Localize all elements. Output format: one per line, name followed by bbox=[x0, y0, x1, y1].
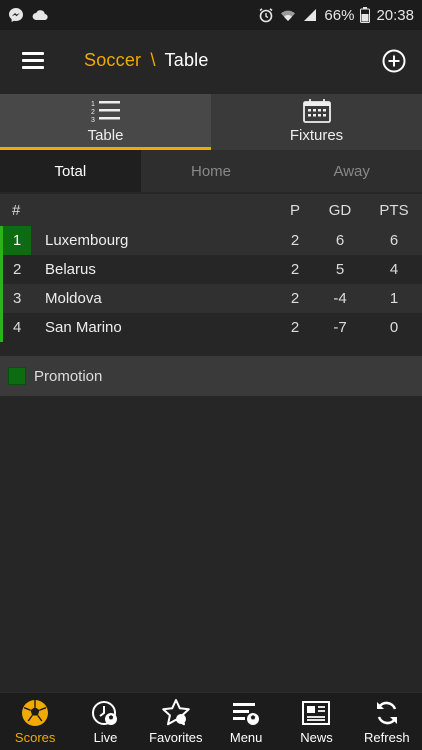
page-title: Soccer \ Table bbox=[84, 50, 209, 71]
bottom-navigation: Scores Live Favorites Menu News Refresh bbox=[0, 692, 422, 750]
status-bar: 66% 20:38 bbox=[0, 0, 422, 30]
legend-promotion: Promotion bbox=[0, 356, 422, 396]
clock-time: 20:38 bbox=[376, 6, 414, 24]
nav-live-label: Live bbox=[93, 730, 118, 745]
points-cell: 0 bbox=[389, 319, 399, 336]
tab-home[interactable]: Home bbox=[141, 150, 282, 192]
tab-table-label: Table bbox=[87, 127, 124, 144]
nav-favorites-label: Favorites bbox=[149, 730, 203, 745]
nav-scores-label: Scores bbox=[14, 730, 56, 745]
signal-icon bbox=[304, 9, 317, 21]
battery-percent: 66% bbox=[324, 6, 355, 24]
hamburger-menu-icon[interactable] bbox=[22, 52, 44, 70]
add-circle-icon[interactable] bbox=[382, 49, 406, 73]
team-name: San Marino bbox=[45, 319, 122, 336]
header-rank: # bbox=[12, 201, 21, 219]
svg-text:3: 3 bbox=[91, 117, 95, 123]
refresh-icon bbox=[376, 701, 397, 725]
title-separator: \ bbox=[150, 50, 156, 70]
points-cell: 1 bbox=[389, 290, 399, 307]
played-cell: 2 bbox=[290, 232, 300, 249]
team-name: Belarus bbox=[45, 261, 96, 278]
alarm-icon bbox=[259, 8, 273, 23]
goal-difference-cell: -4 bbox=[333, 290, 347, 307]
played-cell: 2 bbox=[290, 319, 300, 336]
title-sport: Soccer bbox=[84, 50, 142, 70]
tab-fixtures[interactable]: Fixtures bbox=[211, 94, 422, 150]
table-row[interactable]: 3 Moldova 2 -4 1 bbox=[0, 284, 422, 313]
soccer-ball-icon bbox=[22, 700, 49, 726]
svg-text:1: 1 bbox=[91, 101, 95, 108]
star-icon bbox=[162, 699, 190, 726]
list-numbered-icon: 1 2 3 bbox=[91, 101, 120, 123]
tab-total[interactable]: Total bbox=[0, 150, 141, 192]
nav-favorites[interactable]: Favorites bbox=[141, 693, 211, 750]
table-row[interactable]: 4 San Marino 2 -7 0 bbox=[0, 313, 422, 342]
nav-news-label: News bbox=[300, 730, 333, 745]
nav-refresh[interactable]: Refresh bbox=[352, 693, 422, 750]
team-name: Moldova bbox=[45, 290, 102, 307]
tab-fixtures-label: Fixtures bbox=[289, 127, 344, 144]
nav-refresh-label: Refresh bbox=[364, 730, 410, 745]
promotion-swatch bbox=[8, 367, 26, 385]
rank-cell: 4 bbox=[13, 319, 22, 336]
table-row[interactable]: 1 Luxembourg 2 6 6 bbox=[0, 226, 422, 255]
svg-text:2: 2 bbox=[91, 109, 95, 116]
rank-cell: 2 bbox=[13, 261, 22, 278]
header-goal-difference: GD bbox=[328, 201, 352, 219]
menu-ball-icon bbox=[233, 703, 260, 725]
nav-news[interactable]: News bbox=[281, 693, 351, 750]
cloud-icon bbox=[32, 10, 48, 21]
points-cell: 4 bbox=[389, 261, 399, 278]
calendar-icon bbox=[302, 99, 331, 123]
played-cell: 2 bbox=[290, 261, 300, 278]
tab-table[interactable]: 1 2 3 Table bbox=[0, 94, 211, 150]
messenger-icon bbox=[9, 8, 23, 22]
table-row[interactable]: 2 Belarus 2 5 4 bbox=[0, 255, 422, 284]
tab-away[interactable]: Away bbox=[281, 150, 422, 192]
title-section: Table bbox=[164, 50, 209, 70]
rank-cell: 3 bbox=[13, 290, 22, 307]
legend-label: Promotion bbox=[34, 367, 103, 385]
goal-difference-cell: 6 bbox=[335, 232, 345, 249]
standings-table: # P GD PTS 1 Luxembourg 2 6 6 2 Belarus … bbox=[0, 194, 422, 342]
header-points: PTS bbox=[379, 201, 409, 219]
header-played: P bbox=[289, 201, 300, 219]
newspaper-icon bbox=[302, 701, 331, 725]
filter-tabs: Total Home Away bbox=[0, 150, 422, 192]
nav-live[interactable]: Live bbox=[70, 693, 140, 750]
nav-menu-label: Menu bbox=[229, 730, 263, 745]
team-name: Luxembourg bbox=[45, 232, 129, 249]
goal-difference-cell: -7 bbox=[333, 319, 347, 336]
wifi-icon bbox=[281, 10, 296, 21]
app-bar: Soccer \ Table bbox=[0, 30, 422, 94]
top-tabs: 1 2 3 Table Fixtures bbox=[0, 94, 422, 150]
rank-cell: 1 bbox=[3, 226, 31, 255]
nav-menu[interactable]: Menu bbox=[211, 693, 281, 750]
battery-icon bbox=[360, 7, 371, 23]
goal-difference-cell: 5 bbox=[335, 261, 345, 278]
table-header: # P GD PTS bbox=[0, 194, 422, 226]
nav-scores[interactable]: Scores bbox=[0, 693, 70, 750]
live-clock-icon bbox=[92, 701, 118, 725]
played-cell: 2 bbox=[290, 290, 300, 307]
points-cell: 6 bbox=[389, 232, 399, 249]
